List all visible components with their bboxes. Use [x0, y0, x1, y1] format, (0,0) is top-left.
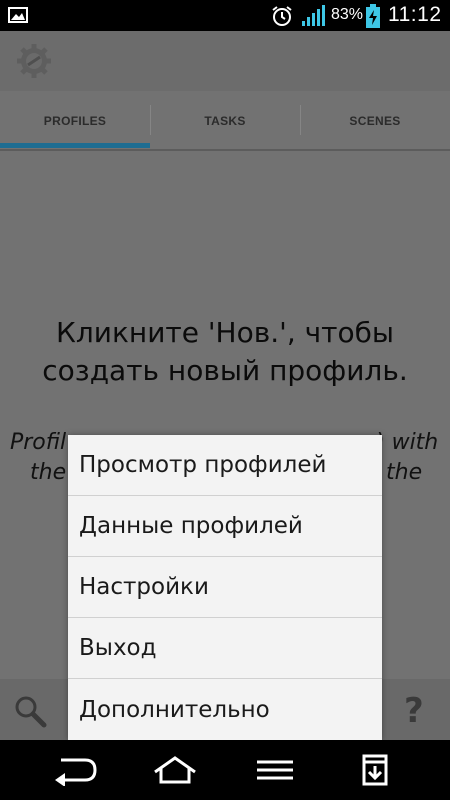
notification-drawer-icon[interactable]: [351, 754, 399, 786]
battery-percent: 83%: [331, 6, 364, 23]
menu-item-more[interactable]: Дополнительно: [68, 679, 382, 740]
home-icon[interactable]: [151, 754, 199, 786]
menu-item-settings[interactable]: Настройки: [68, 557, 382, 618]
tab-bar: PROFILES TASKS SCENES: [0, 91, 450, 151]
menu-icon[interactable]: [251, 754, 299, 786]
empty-state-title-line: создать новый профиль.: [42, 354, 408, 387]
menu-item-exit[interactable]: Выход: [68, 618, 382, 679]
hint-fragment: ) with: [376, 430, 439, 455]
help-button[interactable]: ?: [404, 691, 424, 731]
hint-fragment: the: [30, 460, 67, 485]
gallery-icon: [8, 7, 28, 23]
menu-item-profile-data[interactable]: Данные профилей: [68, 496, 382, 557]
battery-charging-icon: [366, 4, 380, 28]
menu-item-view-profiles[interactable]: Просмотр профилей: [68, 435, 382, 496]
tab-profiles[interactable]: PROFILES: [0, 91, 150, 151]
action-bar: [0, 31, 450, 91]
back-icon[interactable]: [51, 754, 99, 786]
navigation-bar: [0, 740, 450, 800]
empty-state-title-line: Кликните 'Нов.', чтобы: [56, 316, 394, 349]
empty-state-title: Кликните 'Нов.', чтобы создать новый про…: [0, 314, 450, 390]
app-logo-icon[interactable]: [14, 41, 54, 81]
alarm-icon: [272, 6, 292, 26]
tab-selected-indicator: [0, 143, 150, 148]
hint-fragment: the: [386, 460, 423, 485]
clock: 11:12: [388, 3, 442, 26]
tab-tasks[interactable]: TASKS: [150, 91, 300, 151]
tab-bar-divider: [0, 149, 450, 151]
search-icon[interactable]: [12, 693, 48, 729]
hint-fragment: Profil: [10, 430, 67, 455]
overflow-menu: Просмотр профилей Данные профилей Настро…: [68, 435, 382, 740]
tab-scenes[interactable]: SCENES: [300, 91, 450, 151]
signal-icon: [302, 5, 325, 26]
status-bar: 83% 11:12: [0, 0, 450, 31]
